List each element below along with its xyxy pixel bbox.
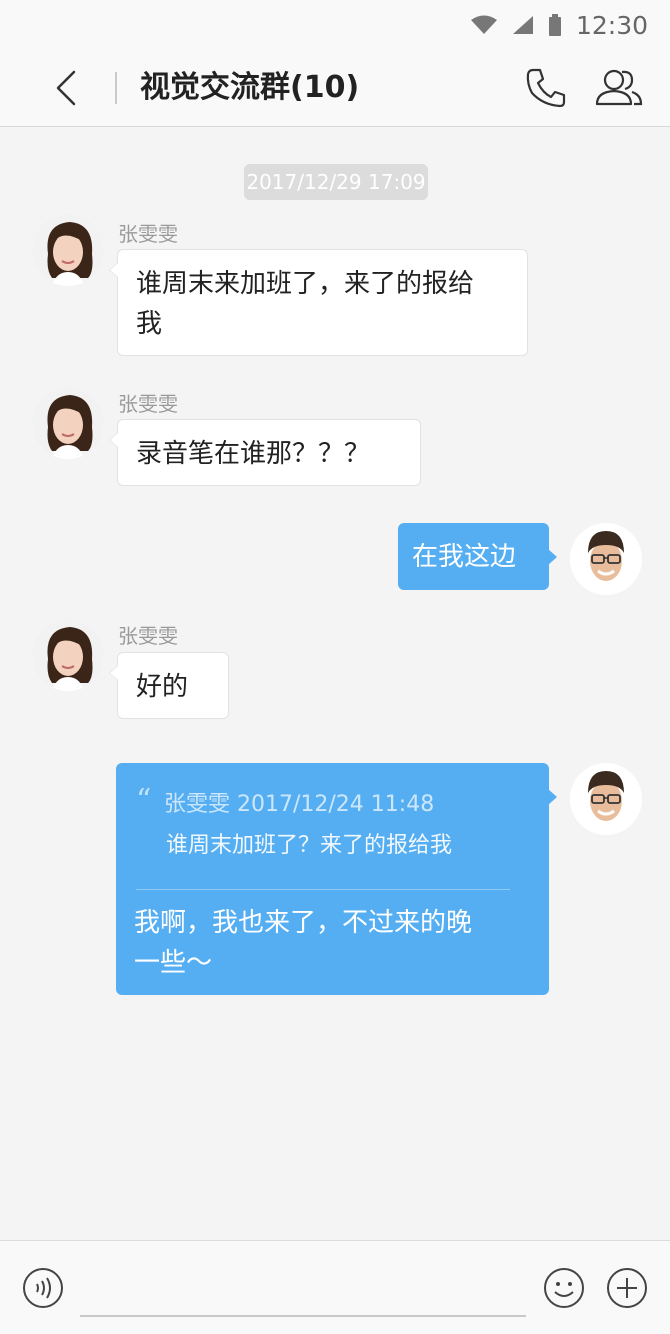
quoted-message-text: 谁周末加班了？来了的报给我 [166, 833, 453, 858]
avatar-zhang[interactable] [32, 619, 104, 691]
message-bubble-incoming[interactable]: 谁周末来加班了，来了的报给 我 [109, 249, 528, 356]
quoted-message-meta: 张雯雯 2017/12/24 11:48 [164, 792, 435, 817]
status-icons: 12:30 [470, 8, 648, 42]
avatar-zhang[interactable] [32, 387, 104, 459]
message-text: 好的 [136, 672, 189, 702]
avatar-self[interactable] [570, 523, 642, 595]
message-bubble-incoming[interactable]: 好的 [109, 652, 229, 719]
sender-name: 张雯雯 [118, 392, 178, 416]
message-bubble-outgoing[interactable]: 在我这边 [398, 523, 557, 590]
message-text: 录音笔在谁那？？？ [136, 439, 371, 469]
sender-name: 张雯雯 [118, 222, 178, 246]
group-members-icon [594, 69, 644, 114]
cellular-signal-icon [512, 15, 534, 35]
voice-icon [22, 1268, 64, 1313]
more-options-button[interactable] [605, 1266, 649, 1310]
avatar-zhang[interactable] [32, 214, 104, 286]
reply-text: 我啊，我也来了，不过来的晚 一些～ [134, 903, 514, 983]
message-bubble-incoming[interactable]: 录音笔在谁那？？？ [109, 419, 421, 486]
input-bar [0, 1240, 670, 1334]
group-members-button[interactable] [594, 66, 644, 110]
status-time: 12:30 [575, 10, 648, 40]
sender-name: 张雯雯 [118, 624, 178, 648]
message-input[interactable] [80, 1261, 526, 1317]
group-title: 视觉交流群(10) [140, 70, 360, 105]
voice-input-button[interactable] [22, 1267, 64, 1309]
chat-header: 视觉交流群(10) [0, 50, 670, 127]
back-button[interactable] [48, 68, 84, 108]
wifi-icon [470, 15, 498, 35]
status-bar: 12:30 [0, 0, 670, 50]
quote-mark-icon: “ [136, 783, 152, 818]
message-text-line: 我 [136, 309, 163, 339]
emoji-icon [542, 1268, 586, 1314]
message-text: 在我这边 [412, 542, 517, 572]
back-arrow-icon [48, 70, 84, 112]
phone-icon [524, 68, 568, 114]
message-bubble-outgoing-quote[interactable]: “ 张雯雯 2017/12/24 11:48 谁周末加班了？来了的报给我 我啊，… [116, 763, 557, 995]
chat-timestamp: 2017/12/29 17:09 [244, 164, 428, 200]
avatar-self[interactable] [570, 763, 642, 835]
voice-call-button[interactable] [524, 66, 568, 110]
header-divider [115, 72, 117, 104]
battery-icon [548, 14, 562, 36]
quote-divider [136, 889, 510, 890]
plus-icon [605, 1268, 649, 1314]
message-text-line: 我啊，我也来了，不过来的晚 [134, 908, 473, 938]
message-text-line: 谁周末来加班了，来了的报给 [136, 269, 475, 299]
emoji-button[interactable] [542, 1266, 586, 1310]
message-text-line: 一些～ [134, 948, 213, 978]
